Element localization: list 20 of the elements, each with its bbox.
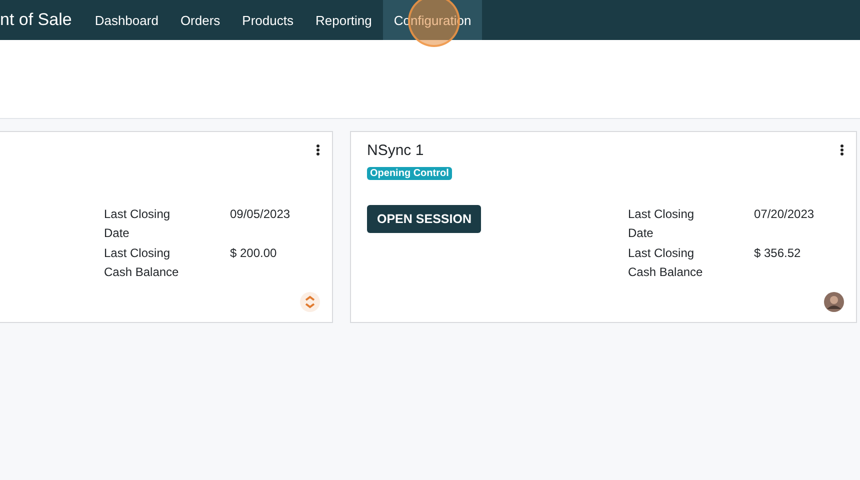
- stat-label: Last Closing Date: [628, 206, 696, 242]
- stat-value: 07/20/2023: [754, 206, 816, 223]
- more-icon[interactable]: [316, 144, 320, 156]
- menu-item[interactable]: Orders: [169, 0, 232, 40]
- stat-value: $ 200.00: [230, 245, 278, 262]
- menu-item[interactable]: Dashboard: [84, 0, 170, 40]
- stat-label: Last Closing Cash Balance: [628, 245, 704, 281]
- avatar: [824, 292, 844, 312]
- status-badge: Opening Control: [367, 167, 452, 180]
- menu-item[interactable]: Reporting: [304, 0, 383, 40]
- stat-label: Last Closing Date: [104, 206, 172, 242]
- stat-label: Last Closing Cash Balance: [104, 245, 180, 281]
- open-session-button[interactable]: OPEN SESSION: [367, 205, 482, 233]
- card-title: NSync 1: [367, 142, 425, 161]
- stat-value: $ 356.52: [754, 245, 802, 262]
- logo-icon: [300, 292, 320, 312]
- menu-item[interactable]: Products: [231, 0, 304, 40]
- app-title: nt of Sale: [0, 10, 72, 30]
- more-icon[interactable]: [840, 144, 844, 156]
- stat-value: 09/05/2023: [230, 206, 292, 223]
